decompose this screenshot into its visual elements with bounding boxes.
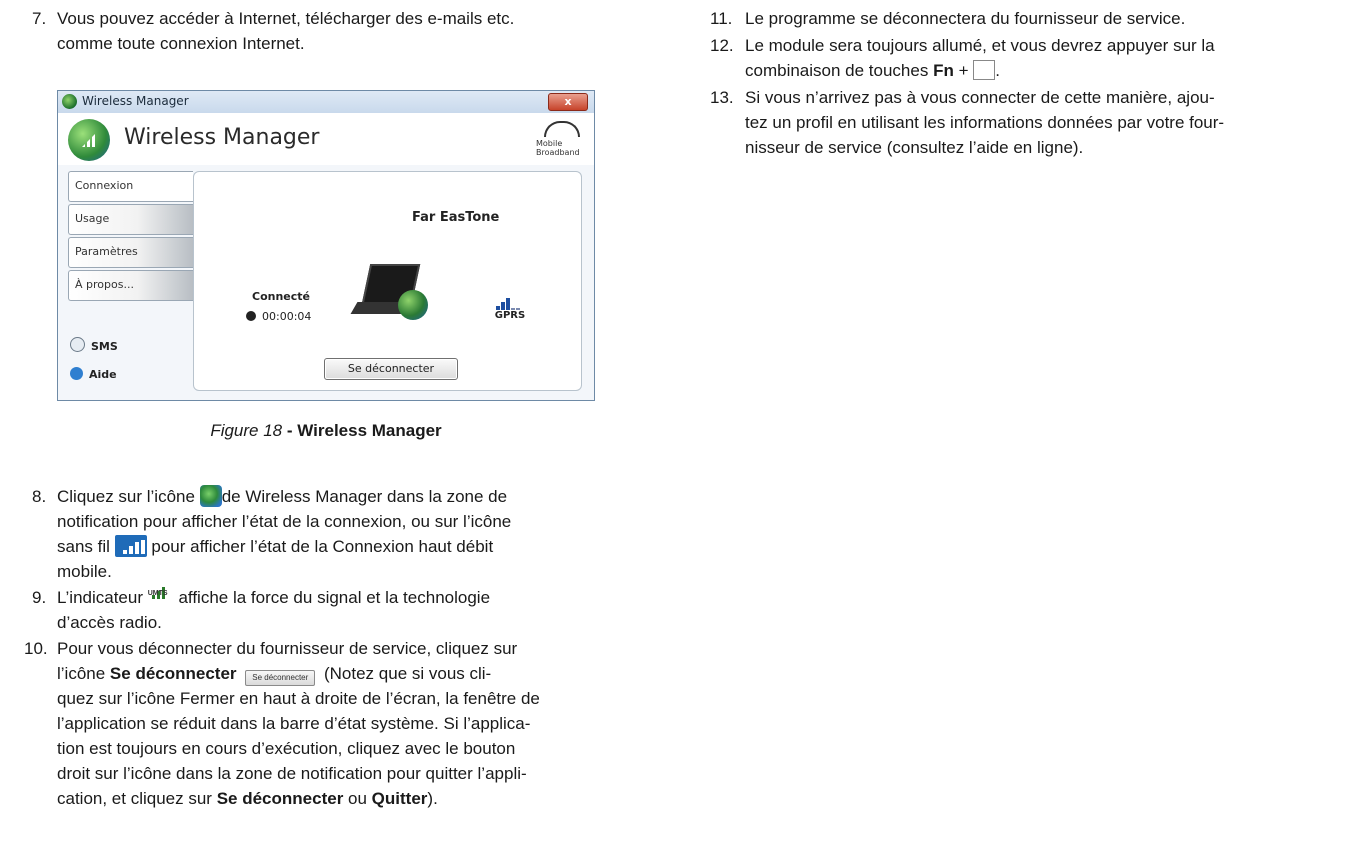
app-name: Wireless Manager [124,125,320,150]
item-8-line-4: mobile. [57,562,112,581]
laptop-globe-icon [350,264,432,326]
tab-usage[interactable]: Usage [68,204,193,235]
sms-label: SMS [91,340,118,353]
item-9-number: 9. [32,588,47,607]
wireless-manager-globe-icon [199,485,222,507]
broadband-arc-icon [544,121,580,137]
item-8-line-3: sans fil pour afficher l’état de la Conn… [57,535,494,557]
tab-a-propos[interactable]: À propos... [68,270,193,301]
window-titlebar: Wireless Manager x [58,91,594,114]
item-10-line-1: Pour vous déconnecter du fournisseur de … [57,639,518,658]
connection-status: Connecté [252,290,310,303]
help-icon [70,367,83,380]
item-12-line-1: Le module sera toujours allumé, et vous … [745,36,1215,55]
disconnect-button-icon: Se déconnecter [245,670,316,686]
item-8-line-2: notification pour afficher l’état de la … [57,512,512,531]
item-11-text: Le programme se déconnectera du fourniss… [745,9,1186,28]
connection-panel: Far EasTone Connecté 00:00:04 GPRS Se dé… [193,171,582,391]
item-7-number: 7. [32,9,47,28]
globe-icon [398,290,428,320]
item-10-line-2: l’icône Se déconnecter Se déconnecter (N… [57,661,491,686]
item-13-line-3: nisseur de service (consultez l’aide en … [745,138,1084,157]
item-10-line-5: tion est toujours en cours d’exécution, … [57,739,516,758]
item-8-number: 8. [32,487,47,506]
signal-indicator: GPRS [490,298,530,321]
item-10-line-3: quez sur l’icône Fermer en haut à droite… [57,689,540,708]
app-header: Wireless Manager Mobile Broadband [58,113,594,165]
wireless-signal-icon [114,535,147,557]
carrier-name: Far EasTone [412,210,500,225]
item-7-line-2: comme toute connexion Internet. [57,34,305,53]
brand-line-1: Mobile [536,139,563,148]
sms-link[interactable]: SMS [70,337,118,353]
item-9-line-1: L’indicateur UMTS affiche la force du si… [57,586,491,607]
item-10-line-7: cation, et cliquez sur Se déconnecter ou… [57,789,438,808]
item-10-line-4: l’application se réduit dans la barre d’… [57,714,531,733]
window-title: Wireless Manager [82,94,189,108]
timer-value: 00:00:04 [262,310,312,323]
wireless-manager-icon [62,94,77,109]
clock-icon [246,311,256,321]
app-logo-icon [68,119,110,161]
item-13-line-1: Si vous n’arrivez pas à vous connecter d… [745,88,1215,107]
figure-caption: Figure 18 - Wireless Manager [57,421,595,441]
item-8-line-1: Cliquez sur l’icône de Wireless Manager … [57,485,508,507]
umts-signal-icon: UMTS [148,586,174,606]
item-11-number: 11. [710,9,733,28]
help-link[interactable]: Aide [70,367,117,381]
figure-label: Figure 18 [210,421,283,440]
brand-line-2: Broadband [536,148,580,157]
tab-connexion[interactable]: Connexion [68,171,193,202]
connection-timer: 00:00:04 [246,310,311,323]
mobile-broadband-logo: Mobile Broadband [536,119,586,159]
item-7-line-1: Vous pouvez accéder à Internet, téléchar… [57,9,515,28]
network-type: GPRS [494,310,526,321]
close-button[interactable]: x [548,93,588,111]
item-12-number: 12. [710,36,734,55]
item-10-number: 10. [24,639,48,658]
item-9-line-2: d’accès radio. [57,613,162,632]
help-label: Aide [89,368,117,381]
signal-bars-icon [490,298,530,310]
figure-title: - Wireless Manager [282,421,442,440]
item-13-number: 13. [710,88,734,107]
tab-parametres[interactable]: Paramètres [68,237,193,268]
sms-icon [70,337,85,352]
disconnect-button[interactable]: Se déconnecter [324,358,458,380]
keyboard-key-icon [973,60,996,80]
item-10-line-6: droit sur l’icône dans la zone de notifi… [57,764,527,783]
wireless-manager-screenshot: Wireless Manager x Wireless Manager Mobi… [57,90,595,401]
item-12-line-2: combinaison de touches Fn + . [745,60,1000,80]
item-13-line-2: tez un profil en utilisant les informati… [745,113,1225,132]
tab-list: Connexion Usage Paramètres À propos... [68,171,193,303]
